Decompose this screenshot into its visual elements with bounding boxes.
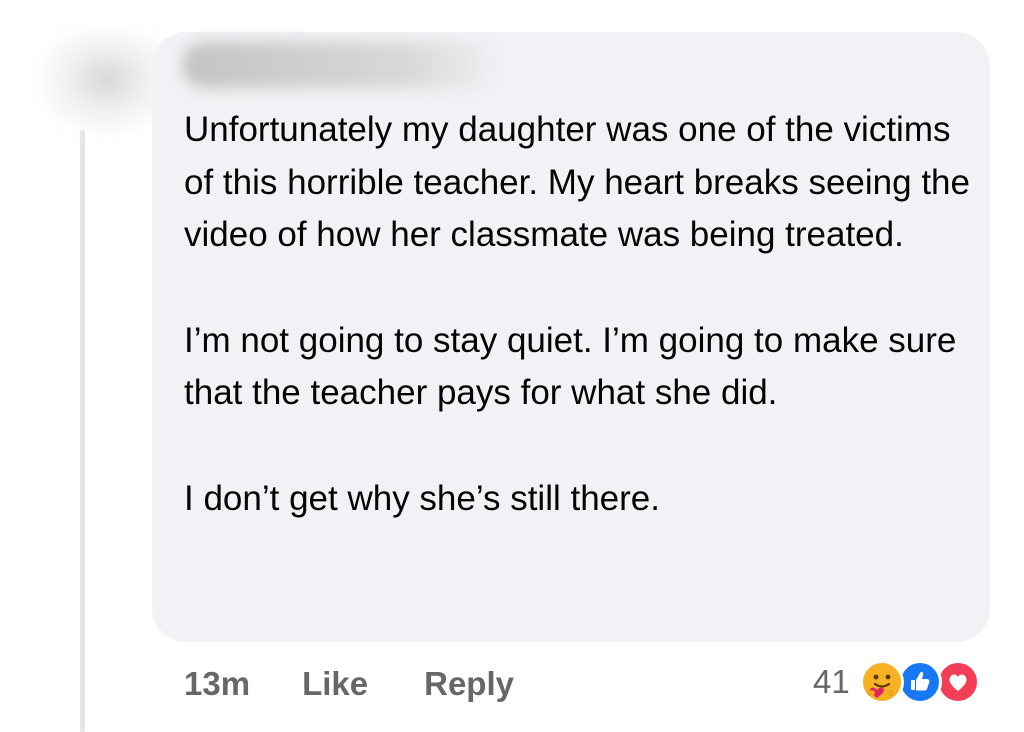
like-icon: [897, 660, 942, 704]
comment-bubble: Unfortunately my daughter was one of the…: [152, 32, 990, 642]
reply-button[interactable]: Reply: [424, 665, 514, 703]
reaction-icons: [859, 660, 988, 704]
reactions-summary[interactable]: 41: [813, 660, 988, 704]
thread-line: [80, 130, 85, 732]
reaction-count: 41: [813, 663, 850, 700]
love-icon: [935, 660, 980, 704]
comment-paragraph: Unfortunately my daughter was one of the…: [184, 110, 970, 254]
comment-actions: 13m Like Reply: [184, 662, 514, 706]
comment-paragraph: I’m not going to stay quiet. I’m going t…: [184, 320, 957, 413]
like-button[interactable]: Like: [302, 665, 368, 703]
timestamp[interactable]: 13m: [184, 665, 250, 703]
author-name-redacted[interactable]: [182, 42, 502, 88]
care-icon: [859, 660, 904, 704]
comment-text: Unfortunately my daughter was one of the…: [184, 104, 974, 525]
comment-paragraph: I don’t get why she’s still there.: [184, 478, 660, 518]
comment-thread: Unfortunately my daughter was one of the…: [0, 0, 1024, 732]
avatar[interactable]: [30, 30, 170, 140]
